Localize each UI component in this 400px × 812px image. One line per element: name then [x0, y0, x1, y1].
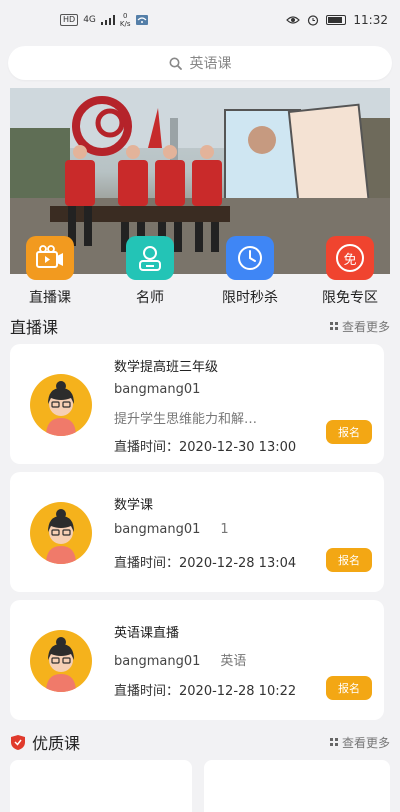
live-section-title: 直播课 — [10, 318, 59, 337]
signal-icon — [100, 15, 115, 25]
quick-label-free-zone: 限免专区 — [322, 290, 378, 306]
teacher-avatar — [30, 374, 92, 436]
course-title: 数学提高班三年级 — [114, 360, 219, 375]
quick-menu: 直播课 名师 限时秒杀 免 限免专区 — [0, 236, 400, 310]
search-bar[interactable]: 英语课 — [8, 46, 392, 80]
hd-indicator: HD — [60, 14, 79, 26]
free-badge: 免 — [336, 244, 364, 272]
view-more-label: 查看更多 — [341, 319, 390, 334]
alarm-icon — [308, 15, 319, 26]
quality-section-title-wrap: 优质课 — [10, 730, 80, 754]
status-bar: HD 4G 0 K/s 11:32 — [0, 0, 400, 40]
quick-label-teacher: 名师 — [136, 290, 164, 306]
network-label: 4G — [83, 15, 96, 25]
free-icon: 免 — [326, 236, 374, 280]
course-card[interactable]: 数学提高班三年级 bangmang01 提升学生思维能力和解… 直播时间：202… — [10, 344, 384, 464]
quality-section-header: 优质课 查看更多 — [10, 730, 390, 754]
teacher-avatar — [30, 630, 92, 692]
quick-label-flash-sale: 限时秒杀 — [222, 290, 278, 306]
signup-button[interactable]: 报名 — [326, 420, 372, 444]
teacher-avatar — [30, 502, 92, 564]
grid-icon — [329, 322, 338, 330]
net-speed: 0 K/s — [119, 12, 131, 28]
view-more-label: 查看更多 — [341, 735, 390, 750]
live-view-more-link[interactable]: 查看更多 — [329, 318, 390, 335]
battery-icon — [326, 15, 347, 25]
search-placeholder: 英语课 — [189, 56, 232, 72]
quality-course-card[interactable] — [204, 760, 390, 812]
course-card[interactable]: 数学课 bangmang01 1 直播时间：2020-12-28 13:04 报名 — [10, 472, 384, 592]
signup-button[interactable]: 报名 — [326, 676, 372, 700]
live-section-header: 直播课 查看更多 — [10, 314, 390, 338]
shield-icon — [11, 734, 25, 750]
status-right: 11:32 — [286, 13, 388, 27]
eye-icon — [286, 16, 301, 24]
status-left: HD 4G 0 K/s — [60, 12, 148, 28]
quick-item-teacher[interactable]: 名师 — [100, 236, 200, 310]
course-description: 提升学生思维能力和解… — [114, 412, 258, 427]
course-time: 直播时间：2020-12-30 13:00 — [114, 440, 297, 455]
signup-button[interactable]: 报名 — [326, 548, 372, 572]
clock-icon — [226, 236, 274, 280]
teacher-icon — [126, 236, 174, 280]
quality-section-title: 优质课 — [32, 734, 81, 753]
quality-course-card[interactable] — [10, 760, 192, 812]
quick-label-live: 直播课 — [29, 290, 71, 306]
course-card[interactable]: 英语课直播 bangmang01 英语 直播时间：2020-12-28 10:22… — [10, 600, 384, 720]
wifi-icon — [135, 15, 148, 25]
quality-view-more-link[interactable]: 查看更多 — [329, 734, 390, 751]
clock-time: 11:32 — [353, 13, 388, 27]
quick-item-flash-sale[interactable]: 限时秒杀 — [200, 236, 300, 310]
course-title: 英语课直播 — [114, 626, 180, 641]
course-teacher: bangmang01 — [114, 382, 201, 397]
quick-item-live[interactable]: 直播课 — [0, 236, 100, 310]
course-time: 直播时间：2020-12-28 10:22 — [114, 684, 297, 699]
course-title: 数学课 — [114, 498, 154, 513]
course-time: 直播时间：2020-12-28 13:04 — [114, 556, 297, 571]
quick-item-free-zone[interactable]: 免 限免专区 — [300, 236, 400, 310]
live-video-icon — [26, 236, 74, 280]
course-teacher: bangmang01 1 — [114, 522, 229, 537]
grid-icon — [329, 738, 338, 746]
course-teacher: bangmang01 英语 — [114, 654, 247, 669]
search-icon — [169, 57, 182, 70]
